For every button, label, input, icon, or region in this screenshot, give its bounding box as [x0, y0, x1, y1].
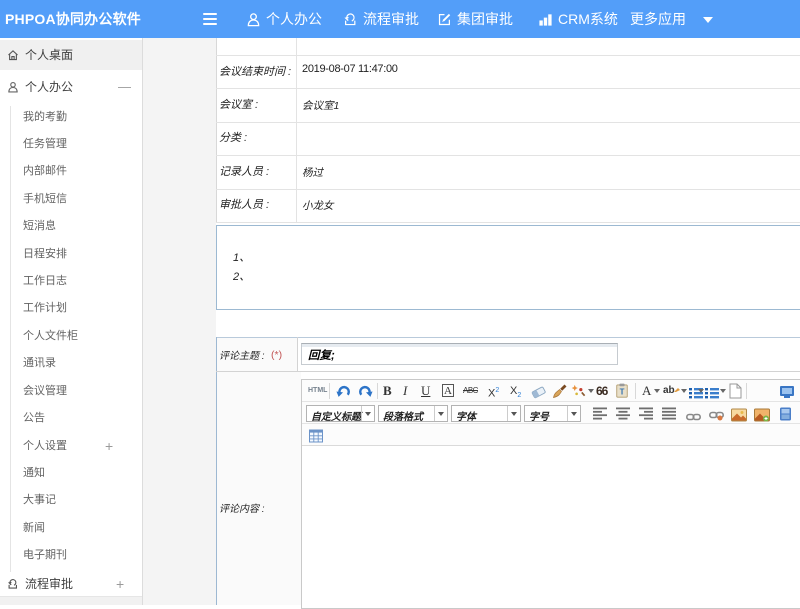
svg-text:T: T [620, 388, 625, 397]
